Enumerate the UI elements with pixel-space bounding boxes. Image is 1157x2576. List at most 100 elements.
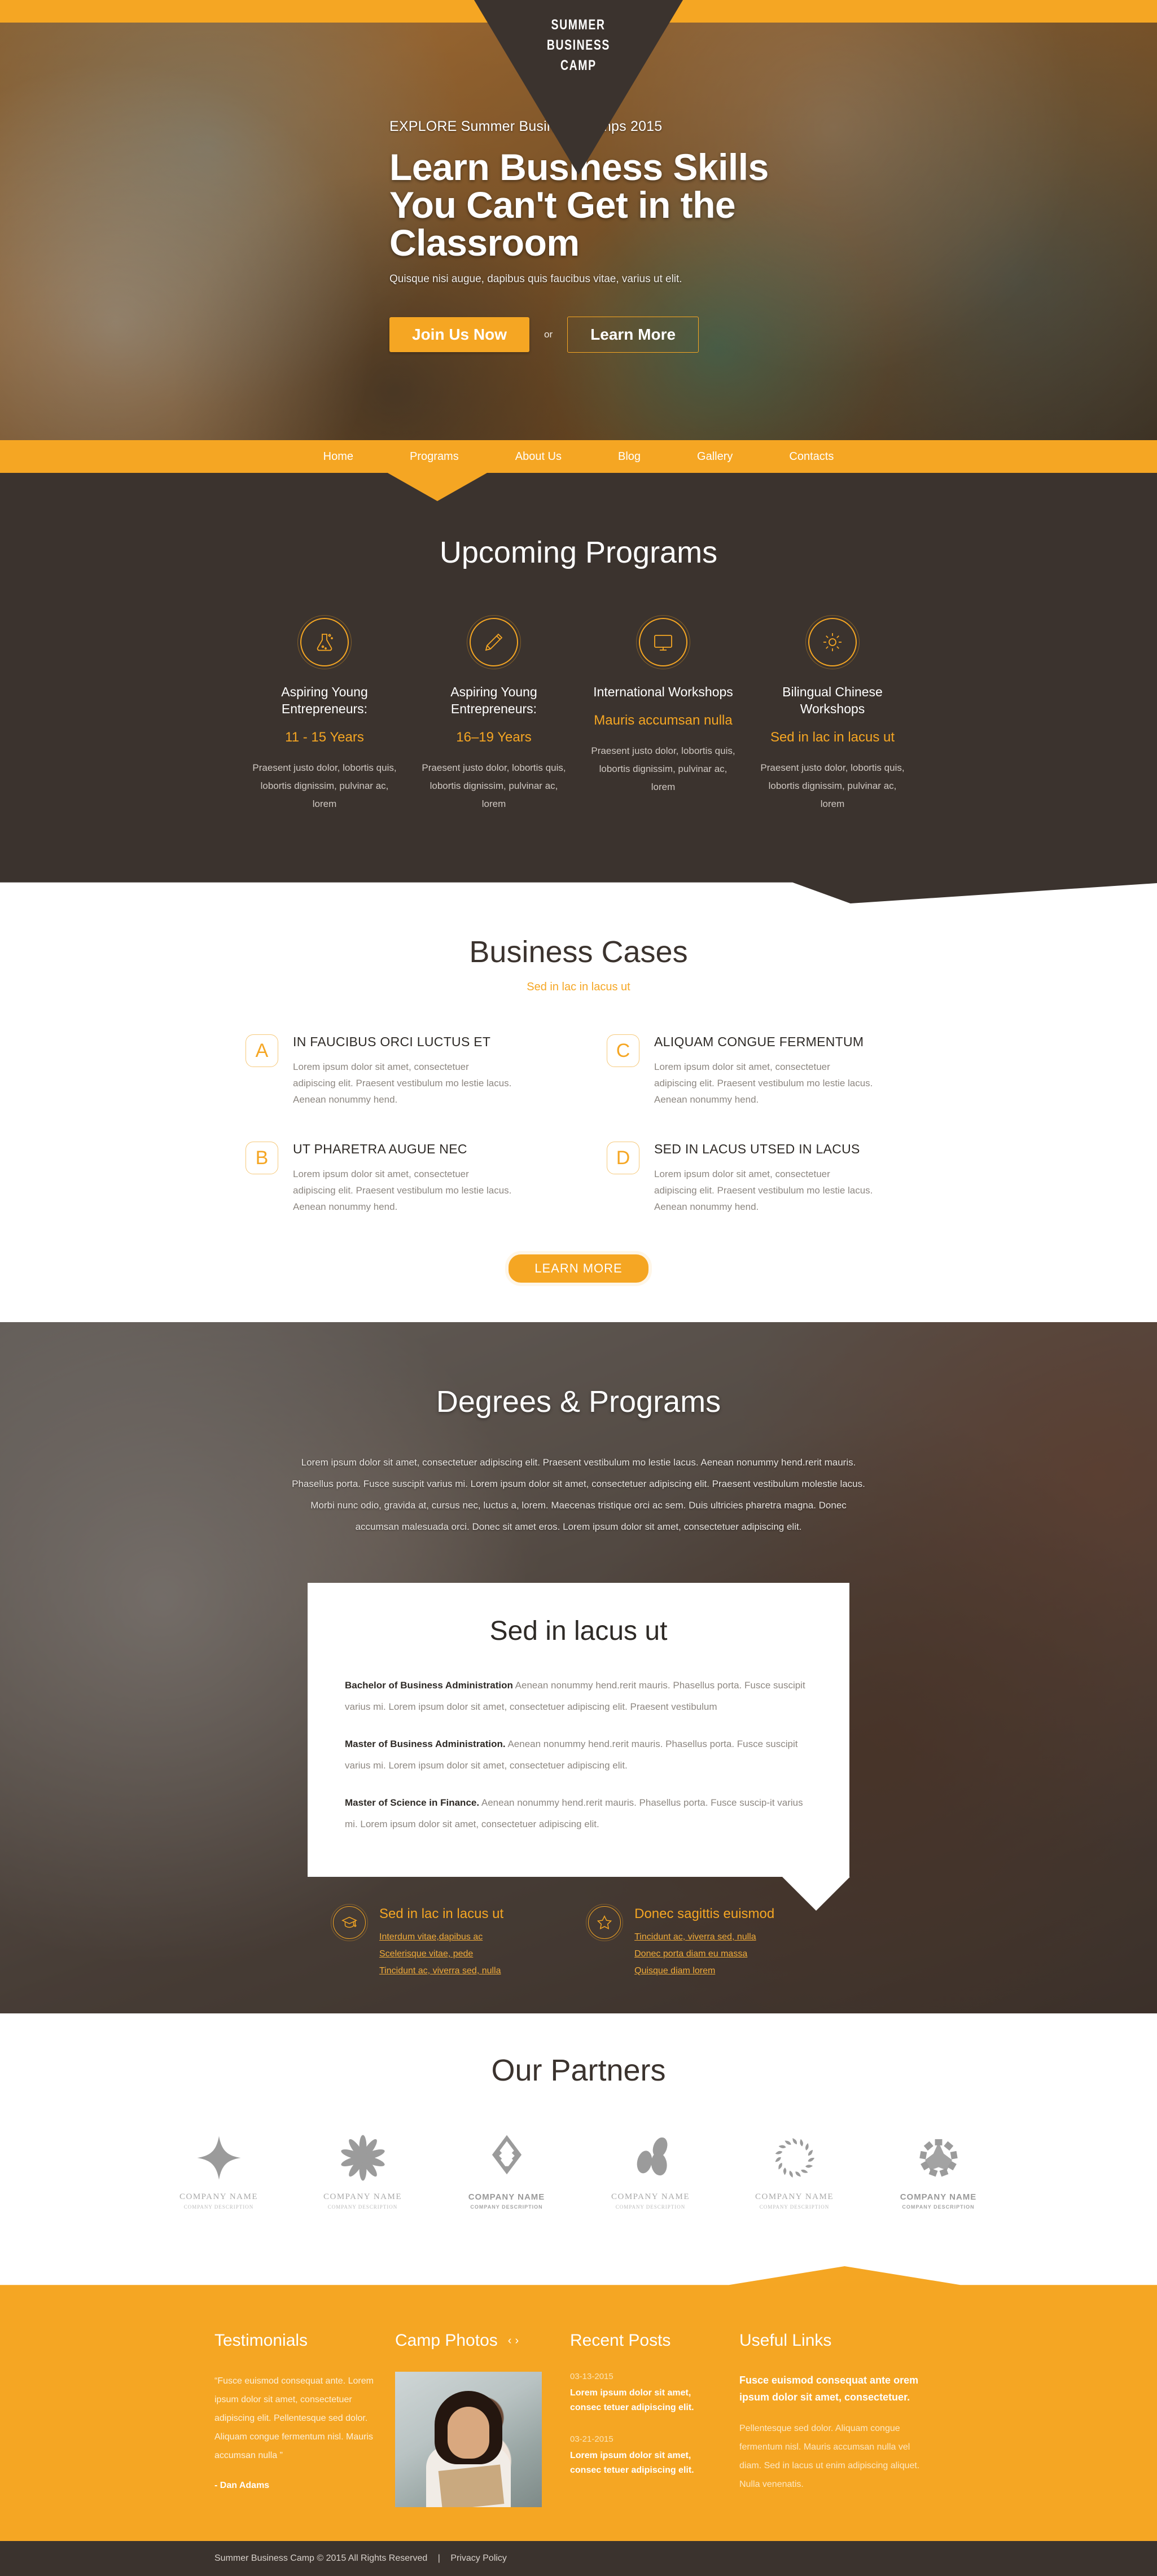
partner-logo-item[interactable]: COMPANY NAME COMPANY DESCRIPTION bbox=[306, 2132, 419, 2210]
cases-heading: Business Cases bbox=[469, 935, 688, 969]
program-card[interactable]: Aspiring Young Entrepreneurs: 16–19 Year… bbox=[409, 615, 578, 813]
degrees-heading: Degrees & Programs bbox=[436, 1385, 721, 1419]
landing-page: SUMMER BUSINESS CAMP EXPLORE Summer Busi… bbox=[0, 0, 1157, 2576]
program-name: Aspiring Young Entrepreneurs: bbox=[450, 684, 537, 716]
gear-icon bbox=[805, 615, 860, 669]
feature-link[interactable]: Quisque diam lorem bbox=[634, 1963, 774, 1980]
logo-line-3: CAMP bbox=[560, 58, 597, 73]
feature-link[interactable]: Interdum vitae,dapibus ac bbox=[379, 1929, 503, 1946]
partner-logo-item[interactable]: COMPANY NAME COMPANY DESCRIPTION bbox=[882, 2132, 995, 2210]
logo-line-1: SUMMER bbox=[551, 17, 606, 33]
hero-cta-group: Join Us Now or Learn More bbox=[389, 317, 1022, 353]
photo-carousel-controls[interactable]: ‹› bbox=[508, 2334, 522, 2347]
program-name: International Workshops bbox=[593, 684, 733, 699]
next-arrow-icon[interactable]: › bbox=[515, 2334, 522, 2347]
nav-item-blog[interactable]: Blog bbox=[590, 450, 669, 463]
feature-link[interactable]: Donec porta diam eu massa bbox=[634, 1946, 774, 1963]
cases-grid: A IN FAUCIBUS ORCI LUCTUS ET Lorem ipsum… bbox=[246, 1034, 911, 1215]
nav-item-about-us[interactable]: About Us bbox=[487, 450, 590, 463]
case-badge: B bbox=[246, 1142, 278, 1174]
degrees-intro: Lorem ipsum dolor sit amet, consectetuer… bbox=[292, 1457, 865, 1532]
partner-logo-item[interactable]: COMPANY NAME COMPANY DESCRIPTION bbox=[163, 2132, 275, 2210]
graduation-cap-icon bbox=[331, 1904, 368, 1941]
degree-label: Bachelor of Business Administration bbox=[345, 1680, 513, 1691]
program-description: Praesent justo dolor, lobortis quis, lob… bbox=[760, 762, 905, 809]
recent-post-item[interactable]: 03-21-2015 Lorem ipsum dolor sit amet, c… bbox=[570, 2434, 722, 2478]
case-item[interactable]: B UT PHARETRA AUGUE NEC Lorem ipsum dolo… bbox=[246, 1142, 550, 1215]
degree-label: Master of Science in Finance. bbox=[345, 1797, 480, 1808]
feature-link[interactable]: Tincidunt ac, viverra sed, nulla bbox=[634, 1929, 774, 1946]
nav-item-programs[interactable]: Programs bbox=[382, 450, 487, 463]
feature-link[interactable]: Tincidunt ac, viverra sed, nulla bbox=[379, 1963, 503, 1980]
partner-name: COMPANY NAME bbox=[755, 2192, 834, 2201]
case-item[interactable]: C ALIQUAM CONGUE FERMENTUM Lorem ipsum d… bbox=[607, 1034, 911, 1108]
privacy-policy-link[interactable]: Privacy Policy bbox=[450, 2553, 507, 2563]
petals-logo bbox=[637, 2137, 667, 2176]
degrees-card-title: Sed in lacus ut bbox=[489, 1616, 668, 1646]
testimonial-author: - Dan Adams bbox=[214, 2481, 270, 2490]
prev-arrow-icon[interactable]: ‹ bbox=[508, 2334, 515, 2347]
case-title: IN FAUCIBUS ORCI LUCTUS ET bbox=[293, 1034, 491, 1049]
case-title: ALIQUAM CONGUE FERMENTUM bbox=[654, 1034, 864, 1049]
post-date: 03-13-2015 bbox=[570, 2372, 613, 2381]
dark-zigzag-divider bbox=[0, 870, 1157, 903]
case-title: SED IN LACUS UTSED IN LACUS bbox=[654, 1142, 860, 1156]
program-age: Mauris accumsan nulla bbox=[594, 713, 733, 728]
program-card[interactable]: International Workshops Mauris accumsan … bbox=[578, 615, 748, 813]
case-badge: C bbox=[607, 1034, 639, 1067]
program-card[interactable]: Aspiring Young Entrepreneurs: 11 - 15 Ye… bbox=[240, 615, 409, 813]
partner-description: COMPANY DESCRIPTION bbox=[327, 2204, 398, 2210]
post-text: Lorem ipsum dolor sit amet, consec tetue… bbox=[570, 2451, 694, 2475]
program-description: Praesent justo dolor, lobortis quis, lob… bbox=[252, 762, 397, 809]
camp-photo-thumbnail[interactable] bbox=[395, 2372, 542, 2507]
upcoming-programs-section: Upcoming Programs Aspiring Young Entrepr… bbox=[0, 473, 1157, 870]
footer-camp-photos: Camp Photos ‹› bbox=[395, 2331, 570, 2507]
or-label: or bbox=[544, 329, 553, 340]
partner-name: COMPANY NAME bbox=[900, 2192, 977, 2202]
nav-item-gallery[interactable]: Gallery bbox=[669, 450, 761, 463]
pinwheel-logo bbox=[340, 2135, 385, 2181]
degree-entry: Master of Science in Finance. Aenean non… bbox=[345, 1792, 812, 1835]
hero-title: Learn Business Skills You Can't Get in t… bbox=[389, 146, 769, 264]
recent-post-item[interactable]: 03-13-2015 Lorem ipsum dolor sit amet, c… bbox=[570, 2372, 722, 2415]
case-text: Lorem ipsum dolor sit amet, consectetuer… bbox=[654, 1169, 873, 1212]
pencil-icon bbox=[467, 615, 521, 669]
case-item[interactable]: D SED IN LACUS UTSED IN LACUS Lorem ipsu… bbox=[607, 1142, 911, 1215]
case-text: Lorem ipsum dolor sit amet, consectetuer… bbox=[293, 1169, 512, 1212]
business-cases-section: Business Cases Sed in lac in lacus ut A … bbox=[0, 870, 1157, 1322]
case-badge: D bbox=[607, 1142, 639, 1174]
program-name: Aspiring Young Entrepreneurs: bbox=[281, 684, 368, 716]
partners-section: Our Partners COMPANY NAME COMPANY DESCRI… bbox=[0, 2013, 1157, 2266]
case-item[interactable]: A IN FAUCIBUS ORCI LUCTUS ET Lorem ipsum… bbox=[246, 1034, 550, 1108]
useful-links-body: Pellentesque sed dolor. Aliquam congue f… bbox=[739, 2424, 920, 2489]
star-icon bbox=[586, 1904, 624, 1941]
feature-block: Sed in lac in lacus ut Interdum vitae,da… bbox=[331, 1904, 503, 1980]
nav-item-contacts[interactable]: Contacts bbox=[761, 450, 862, 463]
program-card[interactable]: Bilingual Chinese Workshops Sed in lac i… bbox=[748, 615, 917, 813]
recent-posts-heading: Recent Posts bbox=[570, 2331, 671, 2350]
flask-icon bbox=[297, 615, 352, 669]
copyright-text: Summer Business Camp © 2015 All Rights R… bbox=[214, 2553, 428, 2563]
feature-link[interactable]: Scelerisque vitae, pede bbox=[379, 1946, 503, 1963]
partner-logo-item[interactable]: COMPANY NAME COMPANY DESCRIPTION bbox=[450, 2132, 563, 2210]
nav-item-home[interactable]: Home bbox=[295, 450, 382, 463]
separator: | bbox=[437, 2553, 440, 2563]
post-text: Lorem ipsum dolor sit amet, consec tetue… bbox=[570, 2388, 694, 2412]
four-point-star-logo bbox=[196, 2136, 241, 2180]
partner-logo-item[interactable]: COMPANY NAME COMPANY DESCRIPTION bbox=[738, 2132, 851, 2210]
programs-grid: Aspiring Young Entrepreneurs: 11 - 15 Ye… bbox=[0, 615, 1157, 813]
partner-logo-item[interactable]: COMPANY NAME COMPANY DESCRIPTION bbox=[594, 2132, 707, 2210]
learn-more-hero-button[interactable]: Learn More bbox=[567, 317, 699, 353]
program-age: 11 - 15 Years bbox=[285, 730, 364, 745]
partners-row: COMPANY NAME COMPANY DESCRIPTION COMPANY… bbox=[0, 2132, 1157, 2210]
partner-description: COMPANY DESCRIPTION bbox=[183, 2204, 254, 2210]
copyright-bar: Summer Business Camp © 2015 All Rights R… bbox=[0, 2541, 1157, 2576]
useful-links-heading: Useful Links bbox=[739, 2331, 832, 2350]
testimonial-quote: “Fusce euismod consequat ante. Lorem ips… bbox=[214, 2376, 374, 2460]
partner-description: COMPANY DESCRIPTION bbox=[902, 2204, 975, 2210]
starburst-logo bbox=[919, 2139, 958, 2177]
footer-useful-links: Useful Links Fusce euismod consequat ant… bbox=[739, 2331, 931, 2507]
join-us-now-button[interactable]: Join Us Now bbox=[389, 317, 530, 352]
cases-learn-more-button[interactable]: LEARN MORE bbox=[509, 1254, 648, 1283]
program-age: Sed in lac in lacus ut bbox=[770, 730, 895, 745]
